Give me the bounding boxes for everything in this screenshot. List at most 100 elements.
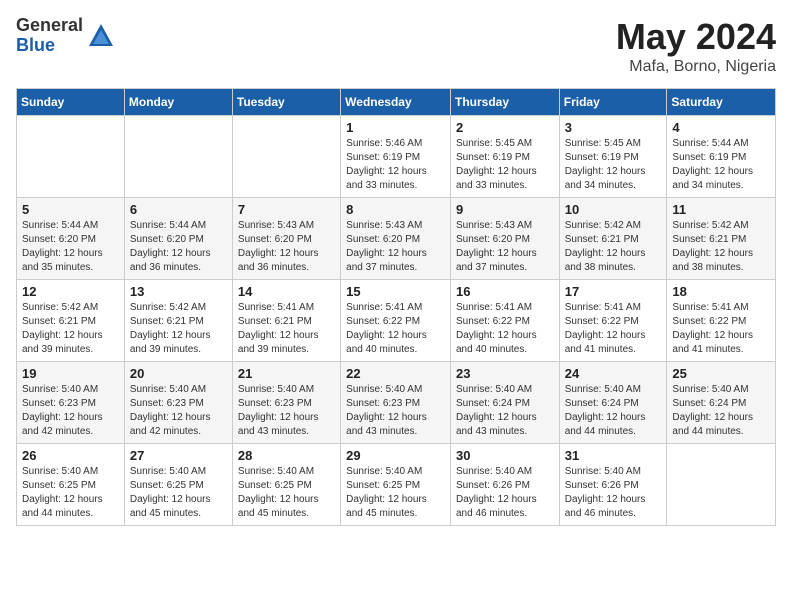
calendar-cell: 15 Sunrise: 5:41 AM Sunset: 6:22 PM Dayli… [341,280,451,362]
day-info: Sunrise: 5:40 AM Sunset: 6:24 PM Dayligh… [672,383,770,439]
calendar-cell: 22Sunrise: 5:40 AM Sunset: 6:23 PM Dayli… [341,362,451,444]
subtitle: Mafa, Borno, Nigeria [616,58,776,76]
calendar-week-2: 5 Sunrise: 5:44 AM Sunset: 6:20 PM Daylig… [17,198,776,280]
day-number: 24 [565,366,662,381]
logo-icon [87,22,115,50]
calendar-cell: 6 Sunrise: 5:44 AM Sunset: 6:20 PM Daylig… [124,198,232,280]
day-number: 10 [565,202,662,217]
calendar-header-monday: Monday [124,89,232,116]
day-number: 15 [346,284,445,299]
day-info: Sunrise: 5:41 AM Sunset: 6:21 PM Dayligh… [238,301,335,357]
day-number: 9 [456,202,554,217]
calendar-cell: 29 Sunrise: 5:40 AM Sunset: 6:25 PM Dayli… [341,444,451,526]
calendar-week-3: 12 Sunrise: 5:42 AM Sunset: 6:21 PM Dayli… [17,280,776,362]
day-number: 19 [22,366,119,381]
day-info: Sunrise: 5:44 AM Sunset: 6:19 PM Dayligh… [672,137,770,193]
calendar-cell: 31Sunrise: 5:40 AM Sunset: 6:26 PM Dayli… [559,444,667,526]
calendar-cell: 12 Sunrise: 5:42 AM Sunset: 6:21 PM Dayli… [17,280,125,362]
day-info: Sunrise: 5:43 AM Sunset: 6:20 PM Dayligh… [346,219,445,275]
calendar-header-wednesday: Wednesday [341,89,451,116]
day-number: 6 [130,202,227,217]
calendar-cell: 3Sunrise: 5:45 AM Sunset: 6:19 PM Daylig… [559,116,667,198]
day-number: 25 [672,366,770,381]
calendar-week-1: 1 Sunrise: 5:46 AM Sunset: 6:19 PM Daylig… [17,116,776,198]
day-info: Sunrise: 5:41 AM Sunset: 6:22 PM Dayligh… [346,301,445,357]
calendar-cell: 5 Sunrise: 5:44 AM Sunset: 6:20 PM Daylig… [17,198,125,280]
day-number: 2 [456,120,554,135]
day-number: 13 [130,284,227,299]
calendar-cell: 1 Sunrise: 5:46 AM Sunset: 6:19 PM Daylig… [341,116,451,198]
day-number: 5 [22,202,119,217]
calendar-cell: 26Sunrise: 5:40 AM Sunset: 6:25 PM Dayli… [17,444,125,526]
day-info: Sunrise: 5:44 AM Sunset: 6:20 PM Dayligh… [130,219,227,275]
calendar-header-row: SundayMondayTuesdayWednesdayThursdayFrid… [17,89,776,116]
day-number: 28 [238,448,335,463]
main-title: May 2024 [616,16,776,58]
day-info: Sunrise: 5:40 AM Sunset: 6:24 PM Dayligh… [456,383,554,439]
day-info: Sunrise: 5:40 AM Sunset: 6:26 PM Dayligh… [565,465,662,521]
calendar-week-4: 19 Sunrise: 5:40 AM Sunset: 6:23 PM Dayli… [17,362,776,444]
calendar-cell: 17Sunrise: 5:41 AM Sunset: 6:22 PM Dayli… [559,280,667,362]
day-info: Sunrise: 5:40 AM Sunset: 6:23 PM Dayligh… [130,383,227,439]
calendar-week-5: 26Sunrise: 5:40 AM Sunset: 6:25 PM Dayli… [17,444,776,526]
calendar-header-tuesday: Tuesday [232,89,340,116]
calendar-cell: 13 Sunrise: 5:42 AM Sunset: 6:21 PM Dayli… [124,280,232,362]
day-number: 20 [130,366,227,381]
day-info: Sunrise: 5:42 AM Sunset: 6:21 PM Dayligh… [672,219,770,275]
logo-general-text: General [16,16,83,36]
calendar-cell [124,116,232,198]
calendar-header-friday: Friday [559,89,667,116]
calendar-header-sunday: Sunday [17,89,125,116]
day-info: Sunrise: 5:40 AM Sunset: 6:24 PM Dayligh… [565,383,662,439]
day-number: 7 [238,202,335,217]
logo-blue-text: Blue [16,36,83,56]
day-number: 1 [346,120,445,135]
day-info: Sunrise: 5:40 AM Sunset: 6:23 PM Dayligh… [22,383,119,439]
calendar-cell: 21Sunrise: 5:40 AM Sunset: 6:23 PM Dayli… [232,362,340,444]
day-number: 16 [456,284,554,299]
calendar-cell [232,116,340,198]
day-info: Sunrise: 5:42 AM Sunset: 6:21 PM Dayligh… [130,301,227,357]
day-info: Sunrise: 5:45 AM Sunset: 6:19 PM Dayligh… [565,137,662,193]
day-number: 8 [346,202,445,217]
day-info: Sunrise: 5:41 AM Sunset: 6:22 PM Dayligh… [565,301,662,357]
day-number: 27 [130,448,227,463]
calendar-cell: 24 Sunrise: 5:40 AM Sunset: 6:24 PM Dayli… [559,362,667,444]
day-number: 29 [346,448,445,463]
day-number: 12 [22,284,119,299]
day-info: Sunrise: 5:44 AM Sunset: 6:20 PM Dayligh… [22,219,119,275]
calendar-cell: 11Sunrise: 5:42 AM Sunset: 6:21 PM Dayli… [667,198,776,280]
day-number: 23 [456,366,554,381]
title-block: May 2024 Mafa, Borno, Nigeria [616,16,776,76]
calendar-cell: 14 Sunrise: 5:41 AM Sunset: 6:21 PM Dayli… [232,280,340,362]
day-number: 30 [456,448,554,463]
page-header: General Blue May 2024 Mafa, Borno, Niger… [16,16,776,76]
day-info: Sunrise: 5:43 AM Sunset: 6:20 PM Dayligh… [238,219,335,275]
day-info: Sunrise: 5:40 AM Sunset: 6:25 PM Dayligh… [238,465,335,521]
day-number: 18 [672,284,770,299]
calendar-cell: 30 Sunrise: 5:40 AM Sunset: 6:26 PM Dayli… [450,444,559,526]
day-info: Sunrise: 5:42 AM Sunset: 6:21 PM Dayligh… [22,301,119,357]
calendar-cell: 20 Sunrise: 5:40 AM Sunset: 6:23 PM Dayli… [124,362,232,444]
day-info: Sunrise: 5:40 AM Sunset: 6:26 PM Dayligh… [456,465,554,521]
day-info: Sunrise: 5:40 AM Sunset: 6:25 PM Dayligh… [22,465,119,521]
calendar-cell: 2 Sunrise: 5:45 AM Sunset: 6:19 PM Daylig… [450,116,559,198]
day-info: Sunrise: 5:45 AM Sunset: 6:19 PM Dayligh… [456,137,554,193]
day-info: Sunrise: 5:40 AM Sunset: 6:23 PM Dayligh… [238,383,335,439]
calendar-cell: 23 Sunrise: 5:40 AM Sunset: 6:24 PM Dayli… [450,362,559,444]
day-info: Sunrise: 5:46 AM Sunset: 6:19 PM Dayligh… [346,137,445,193]
calendar-cell [17,116,125,198]
day-info: Sunrise: 5:40 AM Sunset: 6:23 PM Dayligh… [346,383,445,439]
day-number: 4 [672,120,770,135]
calendar-table: SundayMondayTuesdayWednesdayThursdayFrid… [16,88,776,526]
day-info: Sunrise: 5:43 AM Sunset: 6:20 PM Dayligh… [456,219,554,275]
calendar-cell: 10 Sunrise: 5:42 AM Sunset: 6:21 PM Dayli… [559,198,667,280]
logo: General Blue [16,16,115,56]
calendar-cell: 7 Sunrise: 5:43 AM Sunset: 6:20 PM Daylig… [232,198,340,280]
day-info: Sunrise: 5:42 AM Sunset: 6:21 PM Dayligh… [565,219,662,275]
day-number: 14 [238,284,335,299]
day-info: Sunrise: 5:40 AM Sunset: 6:25 PM Dayligh… [346,465,445,521]
calendar-cell [667,444,776,526]
calendar-cell: 25 Sunrise: 5:40 AM Sunset: 6:24 PM Dayli… [667,362,776,444]
calendar-header-saturday: Saturday [667,89,776,116]
